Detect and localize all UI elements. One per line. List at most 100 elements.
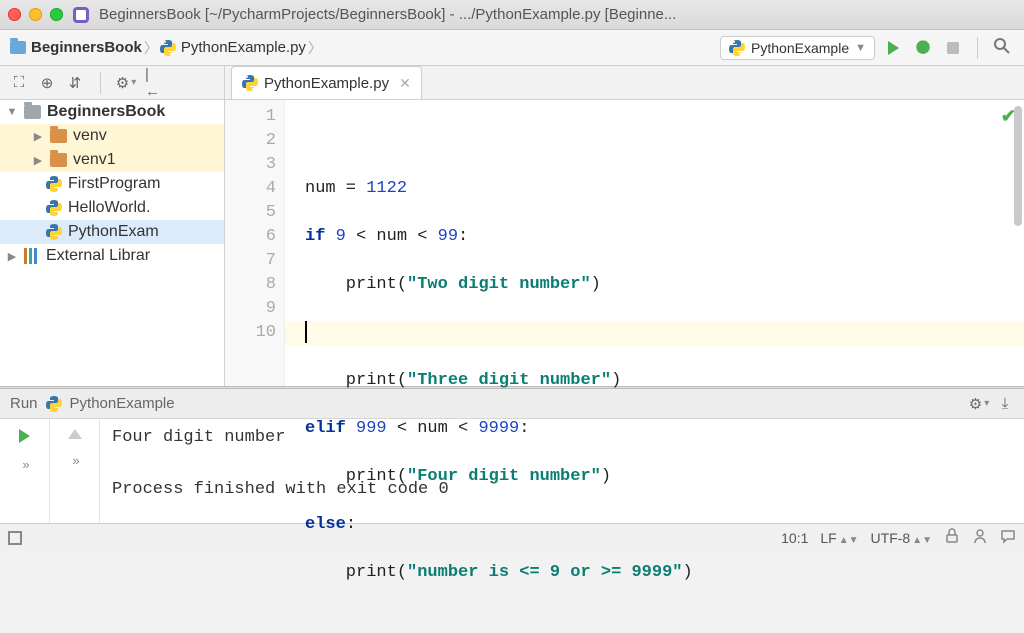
stop-icon — [947, 42, 959, 54]
line-number: 2 — [225, 129, 276, 153]
tree-item-pythonexample[interactable]: PythonExam — [0, 220, 224, 244]
toolwindow-toggle-icon[interactable] — [8, 531, 22, 545]
target-icon[interactable]: ⊕ — [38, 74, 56, 92]
close-tab-icon[interactable]: ✕ — [399, 75, 411, 92]
up-arrow-icon — [68, 429, 82, 439]
collapse-icon[interactable]: ⛶ — [10, 74, 28, 92]
python-file-icon — [160, 40, 176, 56]
code-line: if 9 < num < 99: — [305, 225, 1024, 249]
tree-item-label: PythonExam — [68, 223, 159, 241]
run-panel-title: PythonExample — [70, 395, 175, 412]
window-titlebar: BeginnersBook [~/PycharmProjects/Beginne… — [0, 0, 1024, 30]
line-number: 4 — [225, 177, 276, 201]
tree-item-venv1[interactable]: ▶ venv1 — [0, 148, 224, 172]
bug-icon — [914, 39, 932, 57]
scrollbar-thumb[interactable] — [1014, 106, 1022, 226]
python-file-icon — [46, 224, 62, 240]
editor-tab-label: PythonExample.py — [264, 75, 389, 92]
folder-icon — [50, 153, 67, 167]
caret — [305, 321, 307, 343]
expand-toggle[interactable]: ▶ — [6, 250, 18, 263]
line-gutter: 1 2 3 4 5 6 7 8 9 10 — [225, 100, 285, 386]
window-controls — [8, 8, 63, 21]
expand-toggle[interactable]: ▶ — [32, 130, 44, 143]
expand-icon[interactable]: » — [22, 457, 26, 472]
current-line-highlight — [285, 321, 1024, 345]
code-content[interactable]: num = 1122 if 9 < num < 99: print("Two d… — [285, 100, 1024, 386]
hide-icon[interactable]: |← — [145, 74, 163, 92]
tree-item-label: External Librar — [46, 247, 150, 265]
python-file-icon — [46, 396, 62, 412]
rerun-button[interactable] — [19, 429, 30, 443]
line-number: 10 — [225, 321, 276, 345]
tree-item-label: venv1 — [73, 151, 116, 169]
run-config-name: PythonExample — [751, 40, 849, 56]
expand-toggle[interactable]: ▶ — [32, 154, 44, 167]
python-file-icon — [242, 75, 258, 91]
scroll-up-button[interactable] — [68, 429, 82, 439]
window-title: BeginnersBook [~/PycharmProjects/Beginne… — [99, 6, 1016, 23]
close-window-button[interactable] — [8, 8, 21, 21]
run-button[interactable] — [881, 36, 905, 60]
console-line: Four digit number — [112, 428, 285, 447]
breadcrumb-project[interactable]: BeginnersBook — [10, 39, 154, 56]
folder-icon — [50, 129, 67, 143]
tree-root-label: BeginnersBook — [47, 103, 165, 121]
code-line: print("Three digit number") — [305, 369, 1024, 393]
project-tree[interactable]: ▼ BeginnersBook ▶ venv ▶ venv1 FirstProg… — [0, 100, 225, 386]
breadcrumb-project-label: BeginnersBook — [31, 39, 142, 56]
minimize-window-button[interactable] — [29, 8, 42, 21]
play-icon — [19, 429, 30, 443]
code-editor[interactable]: 1 2 3 4 5 6 7 8 9 10 num = 1122 if 9 < n… — [225, 100, 1024, 386]
editor-scrollbar[interactable] — [1012, 100, 1024, 386]
tree-root[interactable]: ▼ BeginnersBook — [0, 100, 224, 124]
python-file-icon — [46, 176, 62, 192]
split-icon[interactable]: ⇵ — [66, 74, 84, 92]
line-number: 7 — [225, 249, 276, 273]
editor-tab[interactable]: PythonExample.py ✕ — [231, 66, 422, 99]
code-line: print("number is <= 9 or >= 9999") — [305, 561, 1024, 585]
code-line: num = 1122 — [305, 177, 1024, 201]
stop-button[interactable] — [941, 36, 965, 60]
tree-item-label: venv — [73, 127, 107, 145]
line-number: 6 — [225, 225, 276, 249]
search-everywhere-button[interactable] — [990, 36, 1014, 60]
line-number: 8 — [225, 273, 276, 297]
search-icon — [993, 37, 1011, 58]
tree-item-helloworld[interactable]: HelloWorld. — [0, 196, 224, 220]
run-config-selector[interactable]: PythonExample ▼ — [720, 36, 875, 60]
project-tool-buttons: ⛶ ⊕ ⇵ ⚙▾ |← — [0, 66, 225, 99]
line-number: 5 — [225, 201, 276, 225]
gear-icon[interactable]: ⚙▾ — [117, 74, 135, 92]
folder-icon — [10, 41, 26, 54]
tree-item-firstprogram[interactable]: FirstProgram — [0, 172, 224, 196]
chevron-down-icon: ▼ — [855, 42, 866, 54]
tree-item-label: FirstProgram — [68, 175, 160, 193]
separator — [100, 72, 101, 94]
tree-item-label: HelloWorld. — [68, 199, 150, 217]
main-area: ▼ BeginnersBook ▶ venv ▶ venv1 FirstProg… — [0, 100, 1024, 386]
expand-toggle[interactable]: ▼ — [6, 106, 18, 118]
expand-icon[interactable]: » — [72, 453, 76, 468]
line-number: 9 — [225, 297, 276, 321]
library-icon — [24, 248, 40, 264]
line-number: 1 — [225, 105, 276, 129]
run-panel-title-prefix: Run — [10, 395, 38, 412]
breadcrumb-file[interactable]: PythonExample.py — [160, 39, 318, 56]
tree-external-libs[interactable]: ▶ External Librar — [0, 244, 224, 268]
code-line: elif 999 < num < 9999: — [305, 417, 1024, 441]
debug-button[interactable] — [911, 36, 935, 60]
navigation-bar: BeginnersBook PythonExample.py PythonExa… — [0, 30, 1024, 66]
code-line: print("Two digit number") — [305, 273, 1024, 297]
python-file-icon — [46, 200, 62, 216]
python-file-icon — [729, 40, 745, 56]
module-folder-icon — [24, 105, 41, 119]
line-number: 3 — [225, 153, 276, 177]
app-icon — [73, 7, 89, 23]
play-icon — [888, 41, 899, 55]
zoom-window-button[interactable] — [50, 8, 63, 21]
code-line: print("Four digit number") — [305, 465, 1024, 489]
separator — [977, 37, 978, 59]
toolbar-row: ⛶ ⊕ ⇵ ⚙▾ |← PythonExample.py ✕ — [0, 66, 1024, 100]
tree-item-venv[interactable]: ▶ venv — [0, 124, 224, 148]
